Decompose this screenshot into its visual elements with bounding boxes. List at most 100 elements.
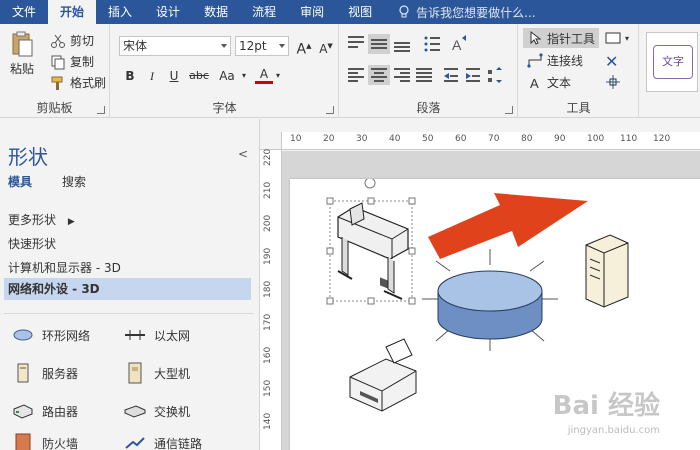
switch-icon xyxy=(124,405,146,418)
text-tool-label: 文本 xyxy=(547,76,572,90)
collapse-pane-icon[interactable]: < xyxy=(238,147,248,161)
underline-button[interactable]: U xyxy=(165,67,183,85)
stencil-item-mainframe[interactable]: 大型机 xyxy=(124,362,190,384)
ruler-tick-label: 60 xyxy=(455,134,467,144)
style-gallery[interactable]: 文字 xyxy=(646,32,698,92)
ruler-tick-label: 150 xyxy=(263,379,273,397)
ruler-tick-label: 30 xyxy=(356,134,368,144)
font-name-combo[interactable]: 宋体 xyxy=(119,36,231,56)
bullets-icon[interactable] xyxy=(424,36,441,52)
scissors-icon xyxy=(51,34,65,48)
tab-file[interactable]: 文件 xyxy=(0,0,48,24)
chevron-down-icon[interactable]: ▾ xyxy=(273,67,283,85)
italic-button[interactable]: I xyxy=(143,67,161,85)
stencil-item-ethernet[interactable]: 以太网 xyxy=(124,324,190,346)
rotation-handle-icon[interactable] xyxy=(364,177,376,189)
stencil-item-comm-link[interactable]: 通信链路 xyxy=(124,432,202,450)
justify-icon[interactable] xyxy=(416,68,432,82)
drawing-canvas[interactable]: Bai 经验 jingyan.baidu.com xyxy=(282,151,700,450)
stencil-item-firewall[interactable]: 防火墙 xyxy=(12,432,78,450)
shape-rectangle-button[interactable]: ▾ xyxy=(605,30,629,46)
align-right-icon[interactable] xyxy=(394,68,410,82)
clipboard-launcher[interactable] xyxy=(97,106,105,114)
change-case-button[interactable]: Aa xyxy=(215,67,239,85)
stencil-item-server[interactable]: 服务器 xyxy=(12,362,78,384)
font-group: 宋体 12pt A▲ A▼ B I U abc Aa ▾ A ▾ 字体 xyxy=(111,24,339,118)
text-tool-icon: A xyxy=(530,76,539,91)
firewall-icon xyxy=(15,433,31,450)
comm-link-icon xyxy=(125,437,145,449)
format-painter-button[interactable]: 格式刷 xyxy=(50,74,106,91)
shapes-pane: 形状 < 模具 搜索 更多形状 ▶ 快速形状 计算机和显示器 - 3D 网络和外… xyxy=(0,119,260,450)
ribbon: 粘贴 剪切 复制 格式刷 剪贴板 宋体 12pt A▲ A▼ B I U abc… xyxy=(0,24,700,118)
more-shapes-link[interactable]: 更多形状 ▶ xyxy=(8,211,75,228)
chevron-down-icon[interactable]: ▾ xyxy=(239,67,249,85)
watermark-logo: Bai 经验 xyxy=(552,391,660,421)
font-launcher[interactable] xyxy=(326,106,334,114)
stencil-item-switch[interactable]: 交换机 xyxy=(124,400,190,422)
stencil-network-3d[interactable]: 网络和外设 - 3D xyxy=(4,278,251,300)
ring-network-shape[interactable] xyxy=(422,249,558,351)
paragraph-group: A 段落 xyxy=(340,24,518,118)
connection-point-button[interactable] xyxy=(605,74,621,90)
text-tool-button[interactable]: A 文本 xyxy=(527,74,571,91)
quick-shapes-link[interactable]: 快速形状 xyxy=(8,235,56,252)
align-bottom-icon[interactable] xyxy=(394,42,410,52)
paste-button[interactable]: 粘贴 xyxy=(10,30,34,77)
copy-label: 复制 xyxy=(70,55,95,69)
paragraph-launcher[interactable] xyxy=(505,106,513,114)
increase-indent-icon[interactable] xyxy=(466,68,480,82)
tab-insert[interactable]: 插入 xyxy=(96,0,144,24)
bold-button[interactable]: B xyxy=(121,67,139,85)
ethernet-icon xyxy=(125,330,145,340)
paragraph-spacing-icon[interactable] xyxy=(488,67,502,83)
decrease-indent-icon[interactable] xyxy=(444,68,458,82)
align-top-icon[interactable] xyxy=(348,36,364,48)
tab-stencils[interactable]: 模具 xyxy=(8,173,32,190)
paragraph-group-label: 段落 xyxy=(416,101,441,115)
ruler-tick-label: 160 xyxy=(263,346,273,364)
strikethrough-button[interactable]: abc xyxy=(187,67,211,85)
watermark-url: jingyan.baidu.com xyxy=(567,425,660,436)
tools-group-label: 工具 xyxy=(566,101,591,115)
pointer-tool-button[interactable]: 指针工具 xyxy=(523,28,600,48)
connector-tool-button[interactable]: 连接线 xyxy=(527,52,583,69)
tab-home[interactable]: 开始 xyxy=(48,0,97,24)
printer-shape[interactable] xyxy=(349,338,417,412)
stencil-item-ring-network[interactable]: 环形网络 xyxy=(12,324,90,346)
ruler-corner xyxy=(260,132,282,150)
chevron-down-icon xyxy=(279,44,285,48)
plotter-shape[interactable] xyxy=(326,177,416,305)
ruler-tick-label: 180 xyxy=(263,280,273,298)
tab-data[interactable]: 数据 xyxy=(192,0,240,24)
tab-process[interactable]: 流程 xyxy=(240,0,288,24)
text-direction-icon[interactable]: A xyxy=(452,35,466,53)
font-color-button[interactable]: A xyxy=(255,66,273,84)
align-left-icon[interactable] xyxy=(348,68,364,82)
chevron-right-icon: ▶ xyxy=(67,217,75,227)
cut-button[interactable]: 剪切 xyxy=(50,32,94,49)
ruler-tick-label: 10 xyxy=(290,134,302,144)
tab-design[interactable]: 设计 xyxy=(144,0,192,24)
ruler-tick-label: 190 xyxy=(263,247,273,265)
rectangle-icon xyxy=(605,32,621,44)
stencil-computers-3d[interactable]: 计算机和显示器 - 3D xyxy=(8,259,121,276)
align-middle-icon[interactable] xyxy=(371,39,387,49)
tab-view[interactable]: 视图 xyxy=(336,0,384,24)
format-painter-label: 格式刷 xyxy=(70,76,107,90)
close-icon[interactable]: ✕ xyxy=(605,52,618,71)
shrink-font-button[interactable]: A▼ xyxy=(317,37,335,56)
tab-search[interactable]: 搜索 xyxy=(62,173,86,190)
ruler-tick-label: 210 xyxy=(263,181,273,199)
server-shape[interactable] xyxy=(585,234,629,308)
font-size-combo[interactable]: 12pt xyxy=(235,36,289,56)
font-size-value: 12pt xyxy=(239,39,267,53)
stencil-item-label: 以太网 xyxy=(154,328,191,343)
copy-button[interactable]: 复制 xyxy=(50,53,94,70)
stencil-item-router[interactable]: 路由器 xyxy=(12,400,78,422)
ring-network-icon xyxy=(13,329,33,341)
tab-review[interactable]: 审阅 xyxy=(288,0,336,24)
ruler-tick-label: 50 xyxy=(422,134,434,144)
grow-font-button[interactable]: A▲ xyxy=(295,37,313,58)
tell-me-box[interactable]: 告诉我您想要做什么... xyxy=(384,4,536,21)
